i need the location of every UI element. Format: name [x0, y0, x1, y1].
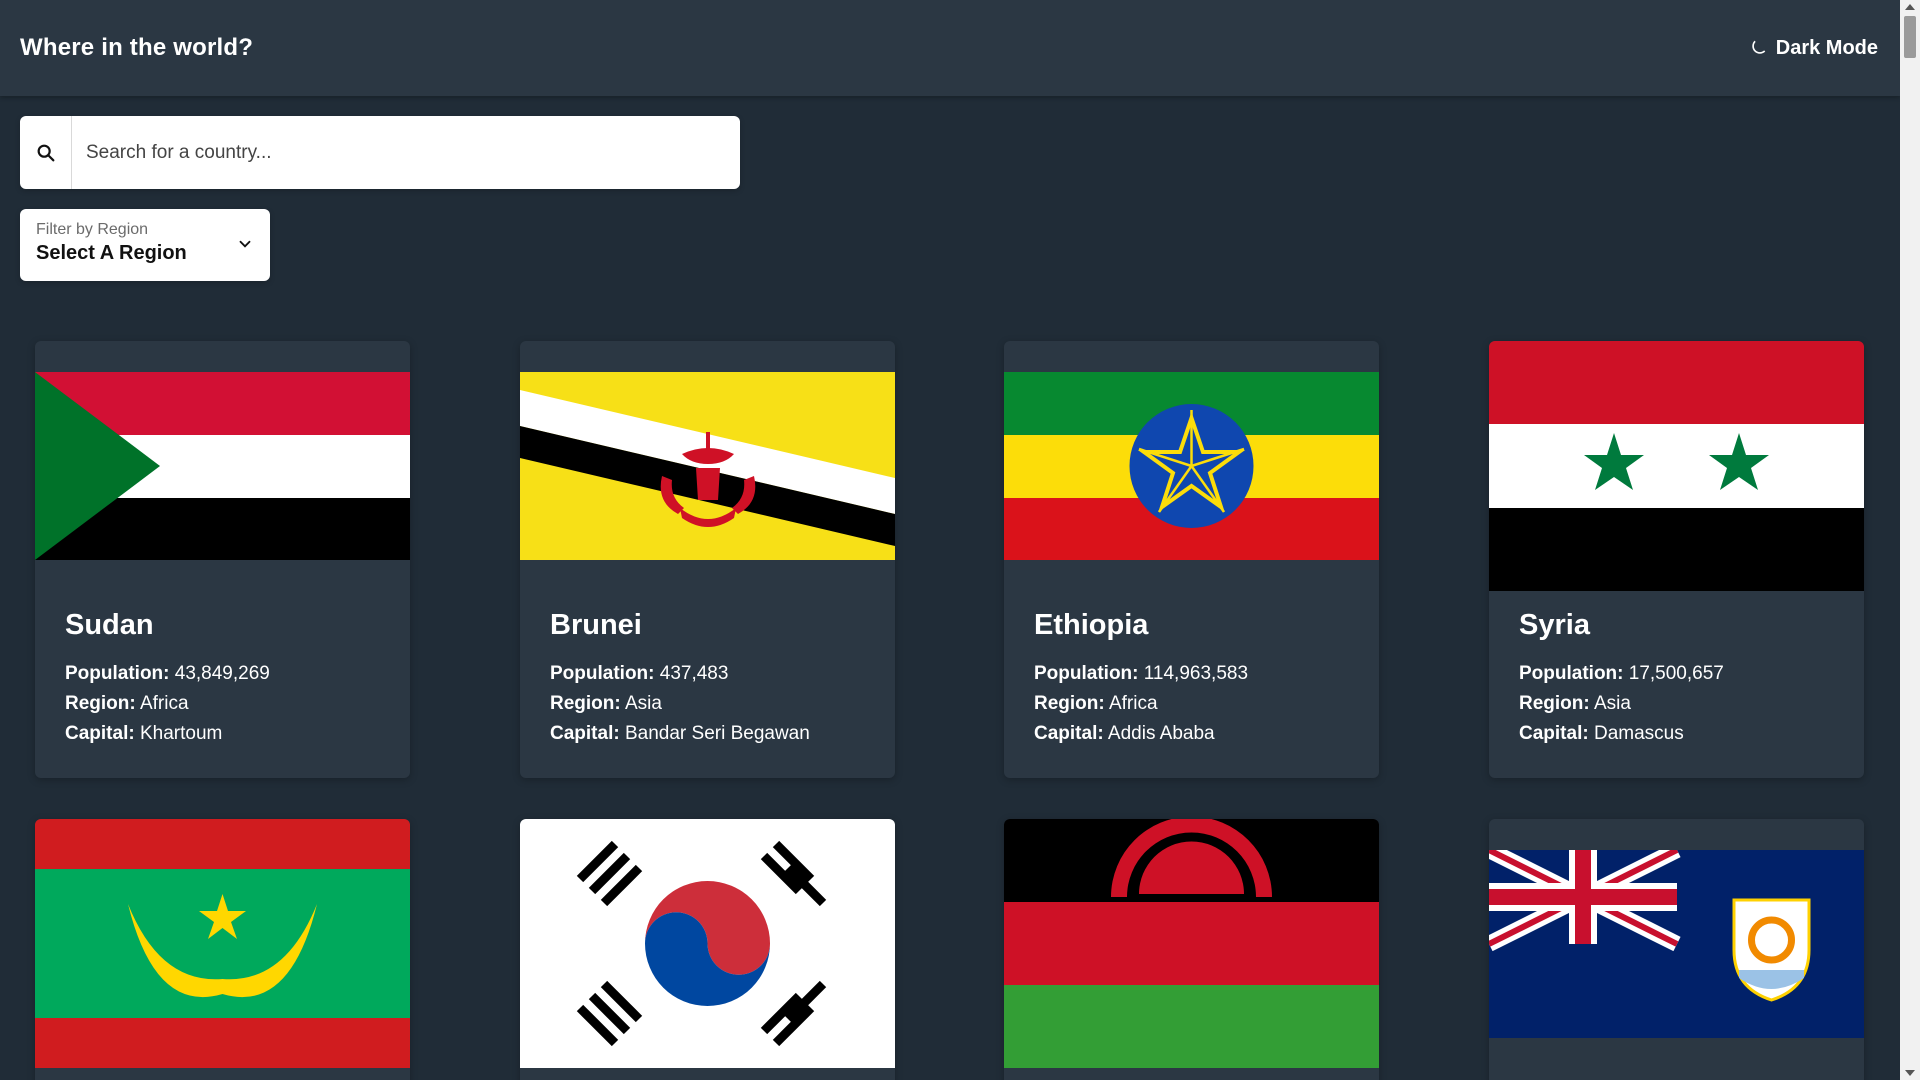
- region-row: Region: Asia: [550, 693, 662, 714]
- flag-malawi: [1004, 819, 1379, 1068]
- search-icon: [20, 116, 72, 189]
- app-title: Where in the world?: [20, 34, 254, 61]
- dark-mode-label: Dark Mode: [1775, 36, 1878, 59]
- flag-south-korea: [520, 819, 895, 1068]
- region-row: Region: Africa: [65, 693, 189, 714]
- country-card-anguilla[interactable]: [1489, 819, 1864, 1080]
- search-box[interactable]: [20, 116, 740, 189]
- flag-brunei: [520, 372, 895, 560]
- flag-syria: [1489, 341, 1864, 591]
- flag-ethiopia: [1004, 372, 1379, 560]
- scroll-down-arrow-icon[interactable]: [1905, 1070, 1915, 1076]
- flag-mauritania: [35, 819, 410, 1068]
- country-name: Brunei: [550, 609, 642, 641]
- country-card-syria[interactable]: Syria Population: 17,500,657 Region: Asi…: [1489, 341, 1864, 778]
- capital-row: Capital: Bandar Seri Begawan: [550, 723, 810, 744]
- country-name: Ethiopia: [1034, 609, 1149, 641]
- population-row: Population: 43,849,269: [65, 663, 270, 684]
- country-card-ethiopia[interactable]: Ethiopia Population: 114,963,583 Region:…: [1004, 341, 1379, 778]
- capital-row: Capital: Addis Ababa: [1034, 723, 1215, 744]
- country-card-malawi[interactable]: [1004, 819, 1379, 1080]
- scroll-up-arrow-icon[interactable]: [1905, 4, 1915, 10]
- flag-sudan: [35, 372, 410, 560]
- population-row: Population: 437,483: [550, 663, 729, 684]
- population-row: Population: 114,963,583: [1034, 663, 1249, 684]
- country-card-brunei[interactable]: Brunei Population: 437,483 Region: Asia …: [520, 341, 895, 778]
- filter-label: Filter by Region: [36, 221, 149, 238]
- country-name: Syria: [1519, 609, 1590, 641]
- scrollbar-thumb[interactable]: [1904, 16, 1916, 58]
- moon-icon: [1752, 40, 1766, 54]
- flag-anguilla: [1489, 850, 1864, 1038]
- population-row: Population: 17,500,657: [1519, 663, 1724, 684]
- filter-value: Select A Region: [36, 242, 187, 264]
- country-name: Sudan: [65, 609, 154, 641]
- country-card-mauritania[interactable]: [35, 819, 410, 1080]
- region-row: Region: Asia: [1519, 693, 1631, 714]
- region-filter-select[interactable]: Filter by Region Select A Region: [20, 209, 270, 281]
- capital-row: Capital: Damascus: [1519, 723, 1684, 744]
- app-header: Where in the world? Dark Mode: [0, 0, 1900, 96]
- dark-mode-toggle[interactable]: Dark Mode: [1748, 37, 1880, 60]
- chevron-down-icon: [239, 240, 251, 248]
- scrollbar[interactable]: [1900, 0, 1920, 1080]
- capital-row: Capital: Khartoum: [65, 723, 223, 744]
- region-row: Region: Africa: [1034, 693, 1158, 714]
- search-input[interactable]: [72, 116, 740, 189]
- country-card-south-korea[interactable]: [520, 819, 895, 1080]
- country-card-sudan[interactable]: Sudan Population: 43,849,269 Region: Afr…: [35, 341, 410, 778]
